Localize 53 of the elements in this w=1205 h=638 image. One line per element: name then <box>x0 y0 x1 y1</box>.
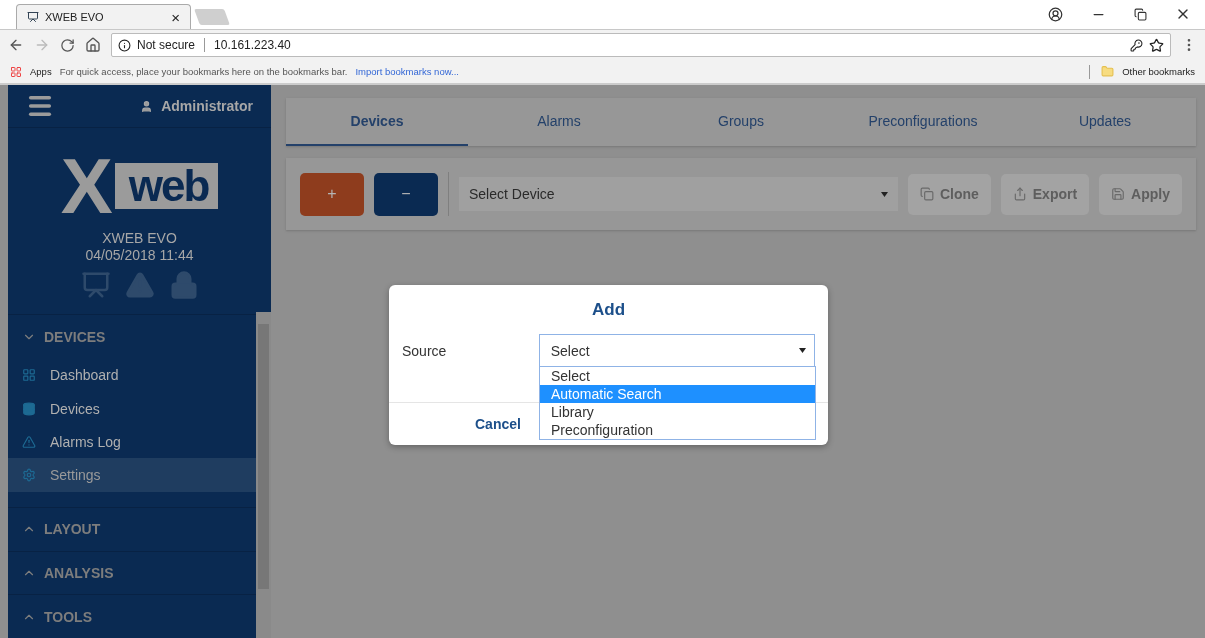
other-bookmarks-link[interactable]: Other bookmarks <box>1122 66 1195 77</box>
share-icon <box>1012 187 1027 201</box>
dropdown-option[interactable]: Automatic Search <box>540 385 815 403</box>
remove-button[interactable]: − <box>374 172 438 216</box>
save-icon <box>1111 187 1126 201</box>
caret-down-icon <box>799 348 806 353</box>
dialog-title: Add <box>590 300 626 320</box>
source-label: Source <box>402 342 448 359</box>
profile-icon[interactable] <box>1048 6 1063 22</box>
chart-board-icon <box>80 270 111 300</box>
nav-item[interactable]: Settings <box>8 458 256 492</box>
favicon-icon <box>27 11 39 23</box>
url-text: 10.161.223.40 <box>214 38 291 52</box>
warning-icon <box>124 270 155 300</box>
tab[interactable]: Groups <box>650 98 832 146</box>
key-icon[interactable] <box>1130 38 1143 52</box>
caret-down-icon <box>880 191 888 197</box>
restore-icon[interactable] <box>1134 7 1147 21</box>
browser-tab[interactable]: XWEB EVO × <box>16 4 191 29</box>
tab-close-button[interactable]: × <box>171 8 180 26</box>
section-header[interactable]: DEVICES <box>8 315 256 359</box>
tab[interactable]: Alarms <box>468 98 650 146</box>
user-name[interactable]: Administrator <box>140 98 253 114</box>
grid-icon <box>22 368 36 383</box>
device-name: XWEB EVO <box>101 230 178 247</box>
bookmarks-hint: For quick access, place your bookmarks here on the bookmarks bar. <box>59 66 348 77</box>
add-button[interactable]: + <box>300 172 364 216</box>
import-bookmarks-link[interactable]: Import bookmarks now... <box>355 66 459 77</box>
home-icon[interactable] <box>85 37 101 53</box>
date-time: 04/05/2018 11:44 <box>84 247 195 264</box>
device-select[interactable]: Select Device <box>459 177 898 211</box>
tab[interactable]: Preconfigurations <box>832 98 1014 146</box>
security-label: Not secure <box>137 38 196 52</box>
info-icon <box>118 38 131 52</box>
apps-icon[interactable] <box>10 65 22 78</box>
star-icon[interactable] <box>1149 37 1164 53</box>
nav-item[interactable]: Devices <box>8 391 256 426</box>
folder-icon <box>1101 65 1115 78</box>
address-bar[interactable]: Not secure 10.161.223.40 <box>111 33 1171 57</box>
reload-icon[interactable] <box>60 37 75 53</box>
cancel-button[interactable]: Cancel <box>475 416 521 432</box>
apps-link[interactable]: Apps <box>30 66 52 77</box>
copy-icon <box>919 187 934 201</box>
tab[interactable]: Devices <box>286 98 468 146</box>
nav-item[interactable]: Alarms Log <box>8 425 256 459</box>
warning-icon <box>22 434 36 449</box>
xweb-logo: X web <box>8 156 271 216</box>
nav-item[interactable]: Dashboard <box>8 358 256 392</box>
user-icon <box>140 99 154 113</box>
back-icon[interactable] <box>8 37 24 53</box>
settings-icon <box>22 468 36 482</box>
tab[interactable]: Updates <box>1014 98 1196 146</box>
database-icon <box>22 401 36 416</box>
